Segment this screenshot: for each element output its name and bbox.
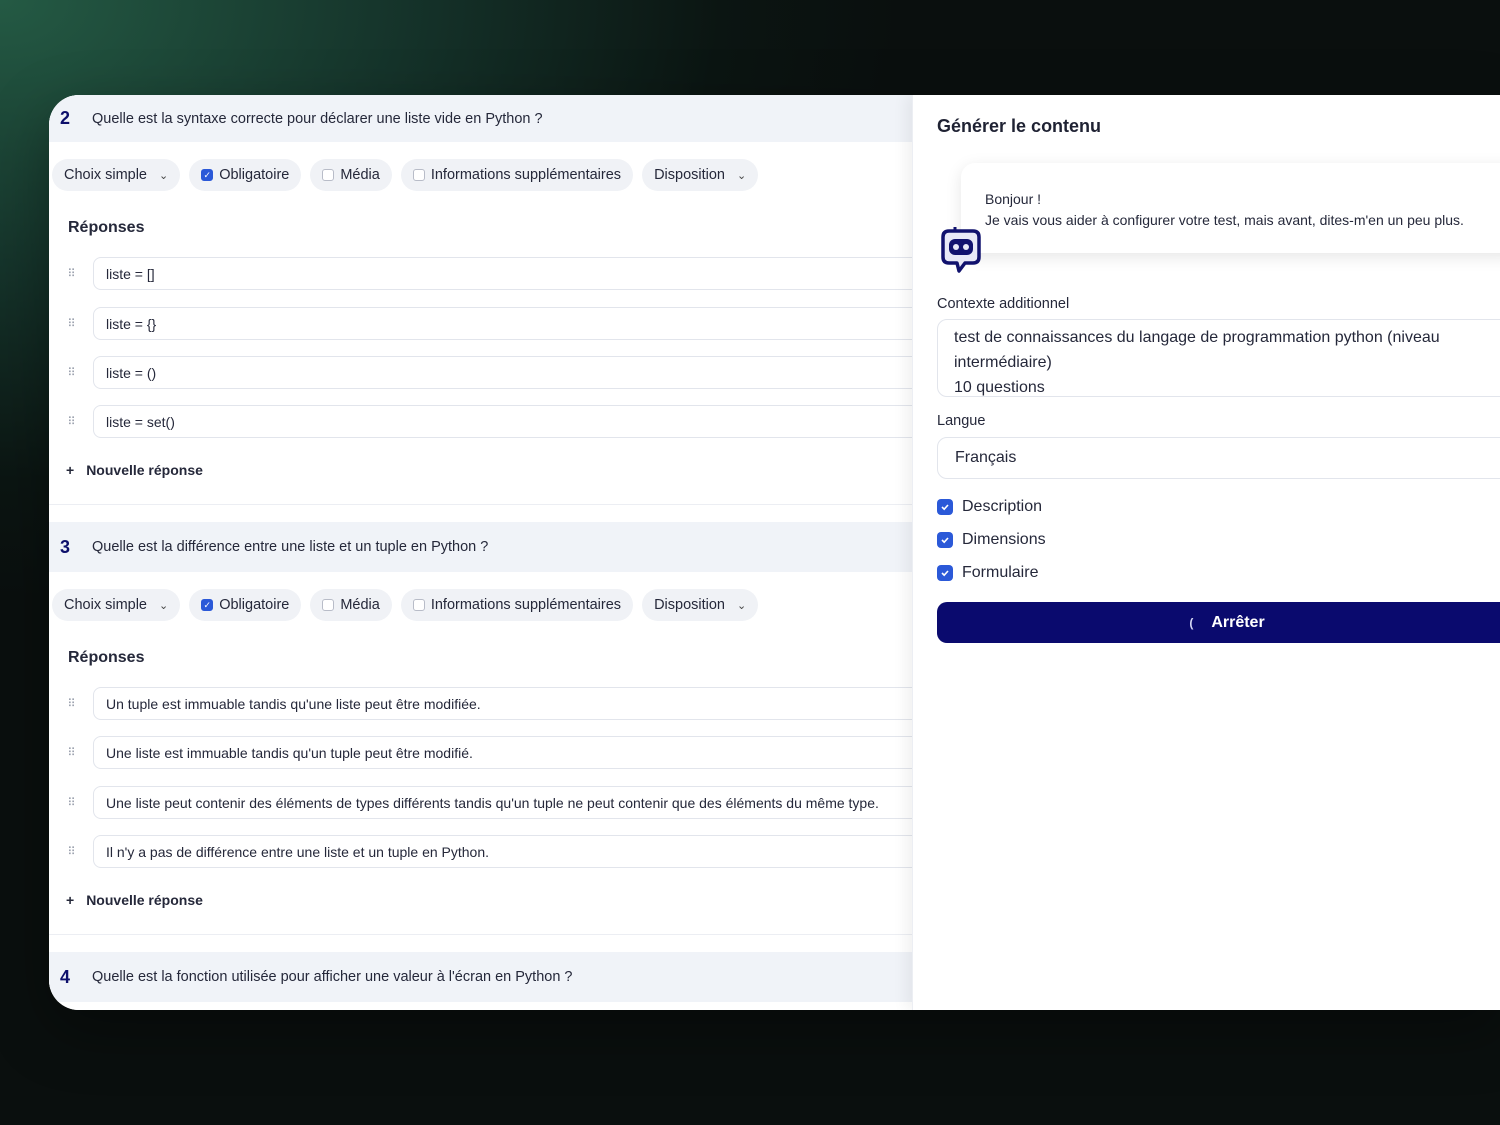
checkbox-icon [322, 599, 335, 611]
required-toggle[interactable]: ✓ Obligatoire [189, 589, 302, 621]
drag-handle-icon[interactable]: ⠿ [49, 796, 93, 809]
answer-row: ⠿ Un tuple est immuable tandis qu'une li… [49, 687, 912, 720]
drag-handle-icon[interactable]: ⠿ [49, 366, 93, 379]
option-description[interactable]: Description [937, 498, 1042, 516]
drag-handle-icon[interactable]: ⠿ [49, 267, 93, 280]
answers-title: Réponses [68, 219, 145, 236]
drag-handle-icon[interactable]: ⠿ [49, 317, 93, 330]
answer-input[interactable]: Il n'y a pas de différence entre une lis… [93, 835, 912, 868]
drag-handle-icon[interactable]: ⠿ [49, 746, 93, 759]
question-text[interactable]: Quelle est la syntaxe correcte pour décl… [92, 111, 543, 127]
answer-input[interactable]: liste = set() [93, 405, 912, 438]
question-type-dropdown[interactable]: Choix simple ⌄ [52, 589, 181, 621]
assistant-message: Bonjour ! Je vais vous aider à configure… [961, 163, 1500, 253]
checkbox-checked-icon: ✓ [201, 169, 214, 181]
robot-assistant-icon [941, 227, 981, 273]
new-answer-button[interactable]: + Nouvelle réponse [66, 462, 203, 478]
divider [49, 504, 912, 505]
required-toggle[interactable]: ✓ Obligatoire [189, 159, 302, 191]
answer-input[interactable]: Une liste est immuable tandis qu'un tupl… [93, 736, 912, 769]
answer-row: ⠿ Une liste peut contenir des éléments d… [49, 786, 912, 819]
answer-input[interactable]: liste = [] [93, 257, 912, 290]
greeting-line: Bonjour ! [985, 191, 1042, 207]
divider [49, 934, 912, 935]
context-label: Contexte additionnel [937, 296, 1070, 312]
checkbox-checked-icon: ✓ [201, 599, 214, 611]
answer-input[interactable]: liste = {} [93, 307, 912, 340]
checkbox-icon [412, 599, 425, 611]
question-header-2[interactable]: 2 Quelle est la syntaxe correcte pour dé… [49, 95, 912, 142]
answer-row: ⠿ liste = () [49, 356, 912, 389]
question-number: 2 [60, 108, 71, 128]
media-toggle[interactable]: Média [310, 589, 392, 621]
generate-content-panel: Générer le contenu Bonjour ! Je vais vou… [912, 95, 1500, 1010]
layout-dropdown[interactable]: Disposition ⌄ [642, 589, 759, 621]
checkbox-checked-icon [937, 499, 953, 515]
plus-icon: + [66, 892, 75, 908]
question-toolbar-3: Choix simple ⌄ ✓ Obligatoire Média Informa… [52, 589, 759, 621]
extra-info-toggle[interactable]: Informations supplémentaires [400, 589, 634, 621]
stop-button[interactable]: ( Arrêter [937, 602, 1500, 643]
answer-input[interactable]: liste = () [93, 356, 912, 389]
answer-input[interactable]: Une liste peut contenir des éléments de … [93, 786, 912, 819]
answers-title: Réponses [68, 649, 145, 666]
question-number: 4 [60, 966, 71, 987]
layout-dropdown[interactable]: Disposition ⌄ [642, 159, 759, 191]
language-select[interactable]: Français [937, 437, 1500, 479]
panel-title: Générer le contenu [937, 116, 1102, 136]
question-text[interactable]: Quelle est la fonction utilisée pour aff… [92, 969, 573, 985]
question-header-4[interactable]: 4 Quelle est la fonction utilisée pour a… [49, 952, 912, 1002]
answer-row: ⠿ Une liste est immuable tandis qu'un tu… [49, 736, 912, 769]
answer-row: ⠿ liste = [] [49, 257, 912, 290]
chevron-down-icon: ⌄ [159, 599, 169, 612]
question-toolbar-2: Choix simple ⌄ ✓ Obligatoire Média Informa… [52, 159, 759, 191]
question-type-dropdown[interactable]: Choix simple ⌄ [52, 159, 181, 191]
checkbox-checked-icon [937, 565, 953, 581]
extra-info-toggle[interactable]: Informations supplémentaires [400, 159, 634, 191]
chevron-down-icon: ⌄ [736, 599, 747, 612]
question-number: 3 [60, 536, 71, 557]
chevron-down-icon: ⌄ [159, 169, 169, 182]
app-window: 2 Quelle est la syntaxe correcte pour dé… [49, 95, 1500, 1010]
option-form[interactable]: Formulaire [937, 564, 1038, 582]
option-dimensions[interactable]: Dimensions [937, 531, 1046, 549]
answer-row: ⠿ Il n'y a pas de différence entre une l… [49, 835, 912, 868]
answer-row: ⠿ liste = {} [49, 307, 912, 340]
question-editor: 2 Quelle est la syntaxe correcte pour dé… [49, 95, 912, 1010]
question-header-3[interactable]: 3 Quelle est la différence entre une lis… [49, 522, 912, 572]
new-answer-button[interactable]: + Nouvelle réponse [66, 892, 203, 908]
checkbox-checked-icon [937, 532, 953, 548]
answer-input[interactable]: Un tuple est immuable tandis qu'une list… [93, 687, 912, 720]
answer-row: ⠿ liste = set() [49, 405, 912, 438]
chevron-down-icon: ⌄ [736, 169, 747, 182]
drag-handle-icon[interactable]: ⠿ [49, 845, 93, 858]
context-textarea[interactable]: test de connaissances du langage de prog… [937, 319, 1500, 397]
plus-icon: + [66, 462, 75, 478]
checkbox-icon [322, 169, 335, 181]
drag-handle-icon[interactable]: ⠿ [49, 697, 93, 710]
media-toggle[interactable]: Média [310, 159, 392, 191]
question-text[interactable]: Quelle est la différence entre une liste… [92, 539, 488, 555]
greeting-line: Je vais vous aider à configurer votre te… [985, 212, 1464, 228]
checkbox-icon [412, 169, 425, 181]
language-label: Langue [937, 413, 986, 429]
spinner-icon: ( [1189, 615, 1194, 630]
drag-handle-icon[interactable]: ⠿ [49, 415, 93, 428]
